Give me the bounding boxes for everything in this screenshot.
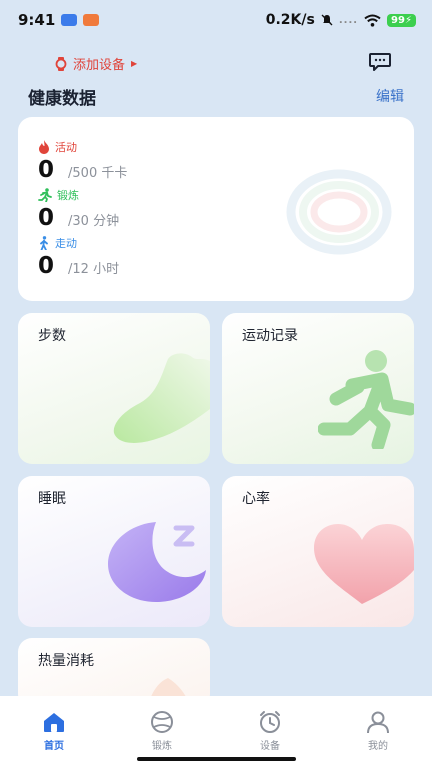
flame-icon [39, 140, 49, 154]
metric-value: 0 [38, 205, 55, 231]
metric-exercise: 锻炼 0 /30 分钟 [38, 187, 119, 231]
exercise-records-tile[interactable]: 运动记录 [222, 313, 414, 464]
network-speed: 0.2K/s [265, 12, 315, 28]
tab-home[interactable]: 首页 [0, 696, 108, 768]
home-indicator [137, 757, 296, 761]
tile-label: 睡眠 [38, 491, 66, 507]
heart-graphic [314, 524, 414, 604]
battery-indicator: 99⚡ [387, 13, 416, 27]
tab-label: 锻炼 [152, 741, 172, 752]
watch-icon [55, 56, 67, 71]
moon-graphic [108, 522, 206, 602]
sleep-tile[interactable]: 睡眠 [18, 476, 210, 627]
metric-goal: /30 分钟 [68, 214, 120, 229]
activity-summary-card[interactable]: 活动 0 /500 千卡 锻炼 0 /30 分钟 走动 0 /12 小时 [18, 117, 414, 301]
caret-right-icon: ▶ [131, 59, 138, 68]
tab-label: 我的 [368, 741, 388, 752]
tab-profile[interactable]: 我的 [324, 696, 432, 768]
metric-activity: 活动 0 /500 千卡 [38, 139, 127, 183]
edit-button[interactable]: 编辑 [376, 86, 404, 106]
battery-level: 99 [391, 14, 405, 26]
metric-value: 0 [38, 157, 55, 183]
tile-label: 热量消耗 [38, 653, 94, 669]
user-icon [367, 711, 389, 734]
tab-label: 设备 [260, 741, 280, 752]
notification-app-icon [61, 14, 78, 26]
watch-icon [260, 711, 280, 733]
runner-graphic [318, 350, 414, 449]
metric-goal: /12 小时 [68, 262, 120, 277]
walker-icon [40, 236, 48, 250]
tile-label: 心率 [242, 491, 270, 507]
tile-label: 步数 [38, 328, 66, 344]
message-icon[interactable] [368, 52, 392, 72]
runner-icon [38, 188, 52, 202]
shoe-graphic [113, 353, 210, 443]
tab-label: 首页 [44, 741, 64, 752]
mute-bell-icon [321, 14, 333, 26]
metric-label: 活动 [55, 141, 77, 154]
metric-goal: /500 千卡 [68, 166, 128, 181]
title-row: 健康数据 编辑 [28, 84, 404, 109]
add-device-label: 添加设备 [73, 58, 126, 73]
steps-tile[interactable]: 步数 [18, 313, 210, 464]
wifi-icon [364, 14, 381, 27]
signal-dots: .... [338, 14, 359, 26]
tile-label: 运动记录 [242, 328, 298, 344]
page-title: 健康数据 [28, 89, 96, 109]
status-time: 9:41 [18, 11, 56, 29]
status-bar: 9:41 0.2K/s .... 99⚡ [0, 0, 432, 40]
metric-walking: 走动 0 /12 小时 [38, 235, 119, 279]
notification-app-icon [83, 14, 100, 26]
activity-rings-graphic [286, 169, 392, 255]
metric-label: 锻炼 [57, 189, 79, 202]
metric-label: 走动 [55, 237, 77, 250]
top-bar: 添加设备 ▶ [0, 48, 432, 80]
heart-rate-tile[interactable]: 心率 [222, 476, 414, 627]
add-device-button[interactable]: 添加设备 ▶ [55, 54, 137, 73]
home-icon [44, 713, 64, 732]
metric-value: 0 [38, 253, 55, 279]
ball-icon [151, 711, 173, 733]
